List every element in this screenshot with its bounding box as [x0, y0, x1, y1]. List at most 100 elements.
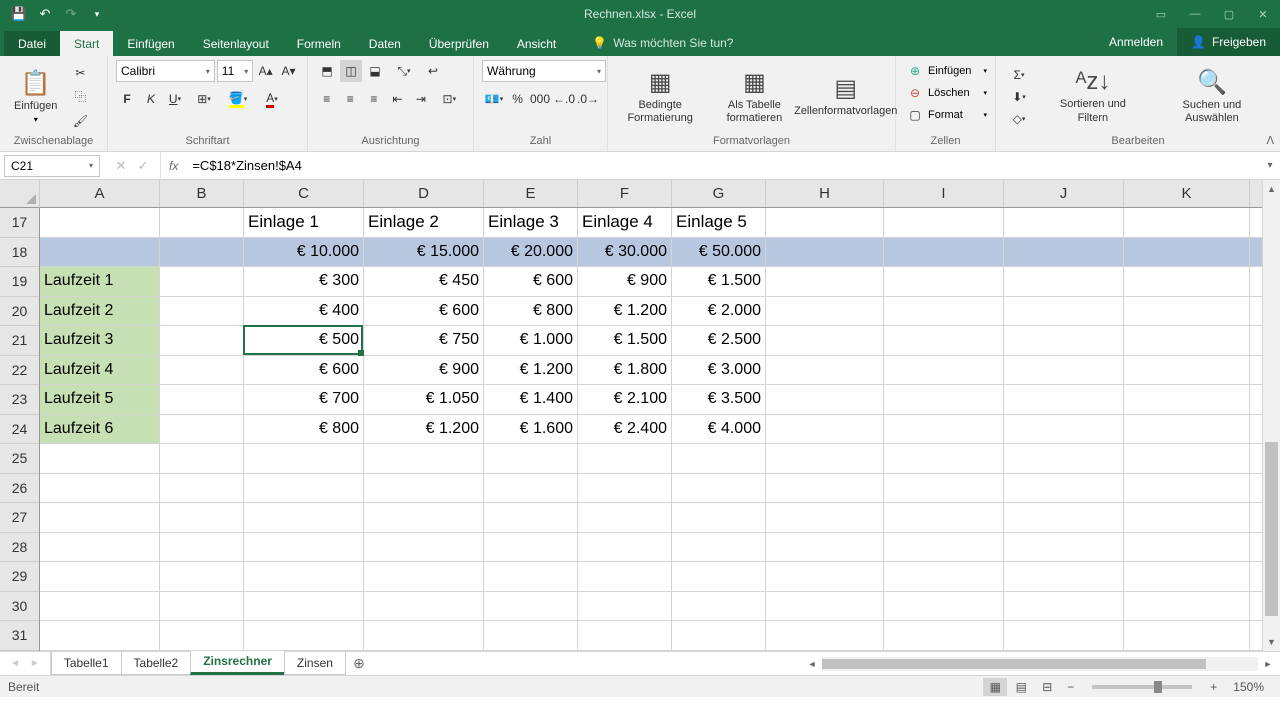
ribbon-display-icon[interactable]: ▭	[1144, 0, 1178, 28]
cell[interactable]: € 900	[364, 356, 484, 385]
cell[interactable]	[1004, 474, 1124, 503]
sheet-tab-Zinsrechner[interactable]: Zinsrechner	[190, 650, 285, 675]
decrease-font-button[interactable]: A▾	[278, 60, 299, 82]
cell[interactable]	[766, 356, 884, 385]
cell[interactable]	[766, 415, 884, 444]
cell[interactable]	[244, 592, 364, 621]
align-right-button[interactable]: ≡	[363, 88, 385, 110]
paste-button[interactable]: 📋Einfügen▾	[8, 60, 63, 133]
row-header-18[interactable]: 18	[0, 238, 39, 268]
col-header-G[interactable]: G	[672, 180, 766, 207]
cell[interactable]	[766, 474, 884, 503]
fill-button[interactable]: ⬇▾	[1004, 86, 1034, 108]
cell[interactable]	[578, 444, 672, 473]
cell[interactable]: € 2.500	[672, 326, 766, 355]
page-layout-view-button[interactable]: ▤	[1009, 678, 1033, 696]
collapse-ribbon-icon[interactable]: ᐱ	[1266, 134, 1274, 147]
font-name-combo[interactable]: Calibri▾	[116, 60, 215, 82]
cell[interactable]	[1004, 444, 1124, 473]
increase-font-button[interactable]: A▴	[255, 60, 276, 82]
cell[interactable]	[578, 533, 672, 562]
maximize-icon[interactable]: ▢	[1212, 0, 1246, 28]
row-header-23[interactable]: 23	[0, 385, 39, 415]
cell[interactable]	[1004, 533, 1124, 562]
cell[interactable]: Einlage 2	[364, 208, 484, 237]
cell[interactable]	[160, 415, 244, 444]
cut-button[interactable]: ✂	[69, 62, 91, 84]
redo-icon[interactable]: ↷	[60, 3, 82, 25]
orientation-button[interactable]: ⤡▾	[388, 60, 420, 82]
cell[interactable]	[364, 562, 484, 591]
cell[interactable]	[766, 208, 884, 237]
cell[interactable]	[1004, 503, 1124, 532]
cell[interactable]	[484, 474, 578, 503]
cell[interactable]	[672, 592, 766, 621]
cell[interactable]	[1004, 562, 1124, 591]
row-header-20[interactable]: 20	[0, 297, 39, 327]
cell[interactable]	[672, 503, 766, 532]
cell[interactable]: € 1.200	[484, 356, 578, 385]
cell[interactable]	[766, 592, 884, 621]
cell[interactable]: Einlage 5	[672, 208, 766, 237]
cell[interactable]: Einlage 3	[484, 208, 578, 237]
cell[interactable]	[1004, 415, 1124, 444]
cell[interactable]: € 50.000	[672, 238, 766, 267]
enter-formula-icon[interactable]: ✓	[134, 158, 152, 174]
wrap-text-button[interactable]: ↩	[422, 60, 444, 82]
cell[interactable]: € 15.000	[364, 238, 484, 267]
formula-input[interactable]: =C$18*Zinsen!$A4	[186, 155, 1260, 177]
borders-button[interactable]: ⊞▾	[188, 88, 220, 110]
cell[interactable]	[484, 503, 578, 532]
cell[interactable]: € 1.000	[484, 326, 578, 355]
cell[interactable]	[1124, 562, 1250, 591]
column-headers[interactable]: ABCDEFGHIJK	[40, 180, 1262, 208]
cell[interactable]	[484, 562, 578, 591]
sheet-tab-Tabelle2[interactable]: Tabelle2	[121, 652, 192, 675]
row-header-25[interactable]: 25	[0, 444, 39, 474]
font-color-button[interactable]: A▾	[256, 88, 288, 110]
cell[interactable]	[160, 267, 244, 296]
cell[interactable]	[40, 592, 160, 621]
cell[interactable]	[364, 621, 484, 650]
tab-file[interactable]: Datei	[4, 31, 60, 56]
zoom-slider[interactable]	[1092, 685, 1192, 689]
normal-view-button[interactable]: ▦	[983, 678, 1007, 696]
cell[interactable]	[766, 533, 884, 562]
tab-review[interactable]: Überprüfen	[415, 31, 503, 56]
cell[interactable]	[244, 621, 364, 650]
close-icon[interactable]: ✕	[1246, 0, 1280, 28]
cell[interactable]	[1004, 297, 1124, 326]
cell[interactable]	[160, 474, 244, 503]
horizontal-scrollbar[interactable]: ◄ ►	[800, 652, 1280, 675]
cell[interactable]: Laufzeit 6	[40, 415, 160, 444]
zoom-out-button[interactable]: −	[1061, 680, 1080, 694]
tab-view[interactable]: Ansicht	[503, 31, 570, 56]
cell[interactable]: Einlage 4	[578, 208, 672, 237]
cell[interactable]	[40, 238, 160, 267]
minimize-icon[interactable]: —	[1178, 0, 1212, 28]
increase-indent-button[interactable]: ⇥	[410, 88, 432, 110]
cell[interactable]: € 600	[244, 356, 364, 385]
cell[interactable]: € 3.000	[672, 356, 766, 385]
undo-icon[interactable]: ↶	[34, 3, 56, 25]
cell[interactable]	[244, 444, 364, 473]
expand-formula-bar-icon[interactable]: ▾	[1260, 160, 1280, 171]
number-format-combo[interactable]: Währung▾	[482, 60, 606, 82]
cell[interactable]	[766, 238, 884, 267]
cell[interactable]: € 1.500	[578, 326, 672, 355]
cell[interactable]: € 4.000	[672, 415, 766, 444]
row-header-29[interactable]: 29	[0, 562, 39, 592]
scroll-right-icon[interactable]: ►	[1260, 659, 1276, 669]
cell[interactable]: Laufzeit 2	[40, 297, 160, 326]
cell[interactable]	[40, 444, 160, 473]
cell[interactable]	[160, 385, 244, 414]
col-header-C[interactable]: C	[244, 180, 364, 207]
cell[interactable]	[578, 562, 672, 591]
align-middle-button[interactable]: ◫	[340, 60, 362, 82]
cell[interactable]	[40, 474, 160, 503]
cell[interactable]	[672, 533, 766, 562]
cell[interactable]	[766, 297, 884, 326]
col-header-B[interactable]: B	[160, 180, 244, 207]
cell[interactable]	[884, 238, 1004, 267]
cell[interactable]: € 1.600	[484, 415, 578, 444]
